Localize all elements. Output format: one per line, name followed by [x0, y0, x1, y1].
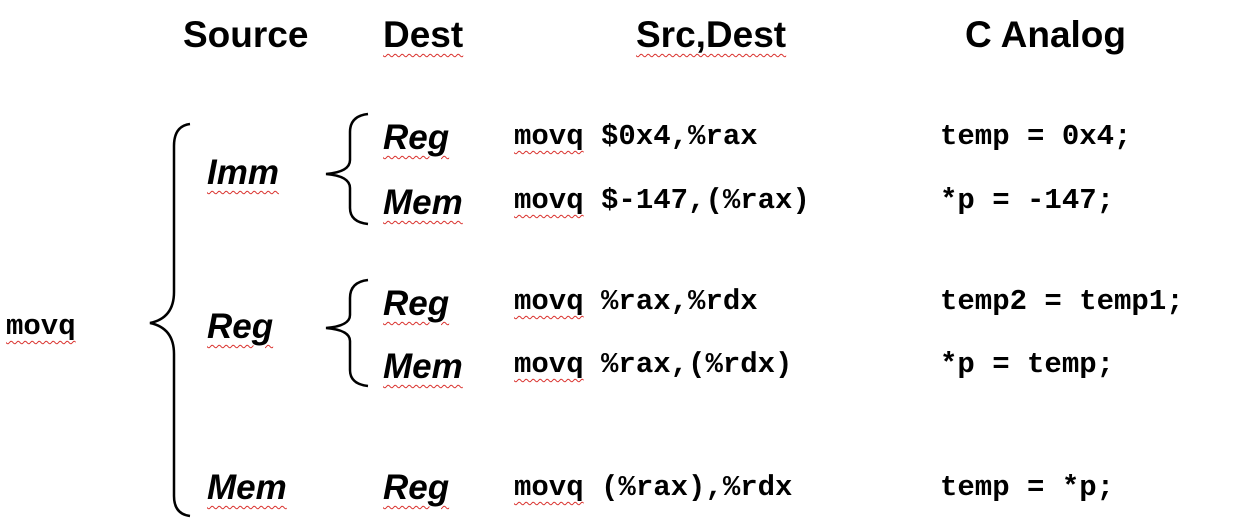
- reg-dest-brace: [325, 278, 369, 388]
- big-brace: [149, 122, 191, 518]
- braces-layer: [149, 112, 369, 518]
- imm-dest-brace: [325, 112, 369, 226]
